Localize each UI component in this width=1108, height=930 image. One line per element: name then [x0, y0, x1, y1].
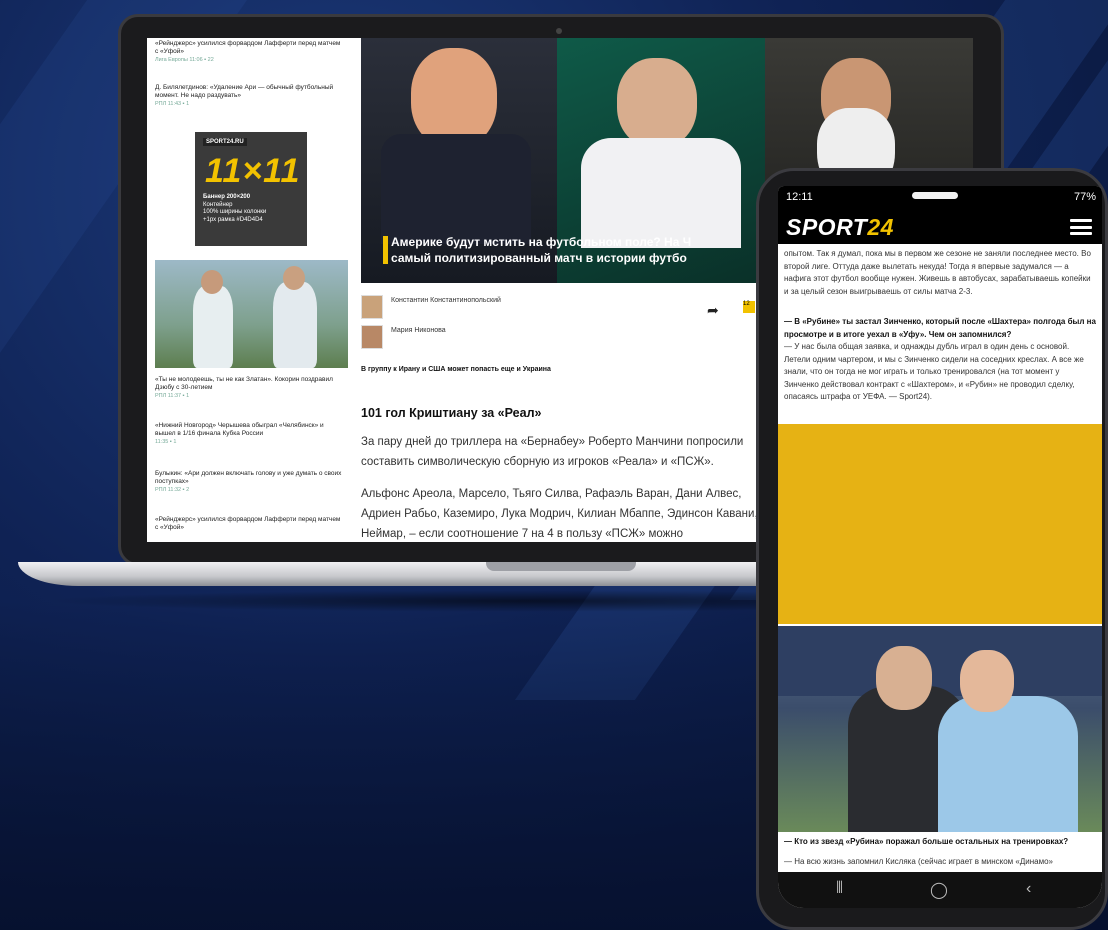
list-item[interactable]: Булыкин: «Ари должен включать голову и у… [155, 470, 345, 494]
hero-accent-bar [383, 236, 388, 264]
player-figure [283, 266, 305, 290]
status-time: 12:11 [786, 191, 813, 203]
interview-answer: — У нас была общая заявка, и однажды дуб… [784, 342, 1084, 401]
news-text[interactable]: Д. Билялетдинов: «Удаление Ари — обычный… [155, 84, 345, 100]
author-name[interactable]: Константин Константинопольский [391, 297, 551, 305]
banner-line: 100% ширины колонки [203, 209, 267, 215]
banner-brand: SPORT24.RU [203, 138, 247, 146]
tag-badge: 12 [743, 301, 755, 313]
back-icon[interactable]: ‹ [1026, 880, 1031, 898]
article-title: 101 гол Криштиану за «Реал» [361, 406, 542, 420]
interview-question: — В «Рубине» ты застал Зинченко, который… [784, 317, 1096, 339]
ad-placeholder[interactable] [778, 424, 1102, 624]
person-figure [938, 696, 1078, 832]
banner-line: Контейнер [203, 201, 233, 208]
status-bar: 12:11 77% [778, 186, 1102, 210]
player-figure [273, 282, 317, 368]
author-item[interactable]: Константин Константинопольский [361, 293, 761, 323]
list-item[interactable]: «Рейнджерс» усилился форвардом Лафферти … [155, 516, 345, 532]
hero-caption[interactable]: Америке будут мстить на футбольном поле?… [391, 234, 691, 266]
home-icon[interactable]: ◯ [930, 880, 948, 900]
share-icon[interactable]: ➦ [707, 302, 719, 319]
authors-list: Константин Константинопольский Мария Ник… [361, 293, 761, 353]
phone-screen: 12:11 77% SPORT24 опытом. Так я думал, п… [778, 186, 1102, 908]
hero-suit [381, 134, 531, 244]
article-paragraph: Альфонс Ареола, Марсело, Тьяго Силва, Ра… [361, 488, 758, 540]
laptop-notch [486, 562, 636, 571]
banner-title: 11×11 [205, 152, 301, 190]
list-item[interactable]: Д. Билялетдинов: «Удаление Ари — обычный… [155, 84, 345, 108]
stadium-stand [778, 626, 1102, 696]
news-meta: 11:35 ▪ 1 [155, 439, 177, 445]
news-meta: РПЛ 11:43 ▪ 1 [155, 101, 190, 107]
news-photo[interactable] [155, 260, 348, 368]
subheading: В группу к Ирану и США может попасть еще… [361, 366, 551, 373]
news-text[interactable]: «Ты не молодеешь, ты не как Златан». Кок… [155, 376, 345, 392]
avatar [361, 295, 383, 319]
android-navbar: ⦀ ◯ ‹ [778, 872, 1102, 908]
hero-face-mid [617, 58, 697, 148]
news-meta: Лига Европы 11:06 ▪ 22 [155, 57, 214, 63]
banner-line: Баннер 200×200 [203, 194, 251, 200]
news-meta: РПЛ 11:37 ▪ 1 [155, 393, 190, 399]
menu-icon[interactable] [1070, 219, 1092, 235]
news-meta: РПЛ 11:32 ▪ 2 [155, 487, 190, 493]
logo-text: SPORT [786, 214, 868, 240]
banner-text: Баннер 200×200 Контейнер 100% ширины кол… [203, 194, 266, 224]
article-paragraph: опытом. Так я думал, пока мы в первом же… [784, 249, 1091, 296]
news-text[interactable]: «Рейнджерс» усилился форвардом Лафферти … [155, 516, 345, 532]
recent-apps-icon[interactable]: ⦀ [836, 880, 843, 898]
news-text[interactable]: Булыкин: «Ари должен включать голову и у… [155, 470, 345, 486]
list-item[interactable]: «Рейнджерс» усилился форвардом Лафферти … [155, 40, 345, 64]
hero-face-left [411, 48, 497, 148]
news-text[interactable]: «Рейнджерс» усилился форвардом Лафферти … [155, 40, 345, 56]
list-item[interactable]: «Ты не молодеешь, ты не как Златан». Кок… [155, 376, 345, 400]
avatar [361, 325, 383, 349]
article-photo[interactable] [778, 626, 1102, 832]
hero-shirt [581, 138, 741, 248]
person-head [876, 646, 932, 710]
site-header: SPORT24 [778, 210, 1102, 244]
logo-number: 24 [867, 214, 894, 240]
interview-answer: — На всю жизнь запомнил Кисляка (сейчас … [784, 857, 1054, 866]
player-figure [193, 286, 233, 368]
site-logo[interactable]: SPORT24 [786, 214, 894, 241]
author-item[interactable]: Мария Никонова [361, 323, 761, 353]
banner-line: +1px рамка #D4D4D4 [203, 216, 263, 223]
player-figure [201, 270, 223, 294]
article-paragraph: За пару дней до триллера на «Бернабеу» Р… [361, 436, 744, 468]
list-item[interactable]: «Нижний Новгород» Черышева обыграл «Челя… [155, 422, 345, 446]
interview-question: — Кто из звезд «Рубина» поражал больше о… [784, 837, 1069, 846]
ad-banner[interactable]: SPORT24.RU 11×11 Баннер 200×200 Контейне… [195, 132, 307, 246]
news-sidebar: «Рейнджерс» усилился форвардом Лафферти … [147, 38, 357, 542]
news-text[interactable]: «Нижний Новгород» Черышева обыграл «Челя… [155, 422, 345, 438]
author-name[interactable]: Мария Никонова [391, 327, 551, 335]
person-head [960, 650, 1014, 712]
status-battery: 77% [1073, 191, 1096, 203]
speaker-pill [912, 192, 958, 199]
laptop-camera [556, 28, 562, 34]
